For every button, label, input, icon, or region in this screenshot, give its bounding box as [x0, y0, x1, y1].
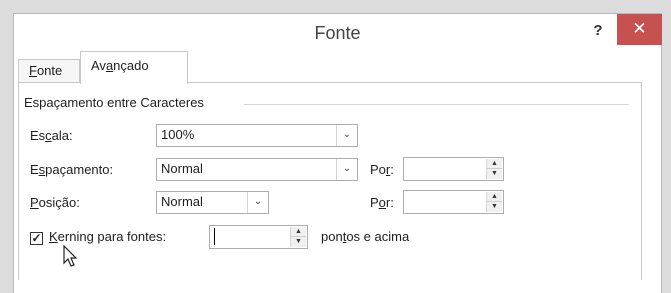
tab-fonte[interactable]: Fonte — [18, 59, 80, 83]
text-caret — [214, 228, 215, 245]
advanced-panel: Espaçamento entre Caracteres Escala: 100… — [18, 82, 642, 280]
position-value: Normal — [161, 194, 203, 209]
spinner-buttons: ▲ ▼ — [290, 227, 306, 247]
spacing-label: Espaçamento: — [30, 162, 114, 177]
dialog-title: Fonte — [314, 23, 361, 43]
kerning-label[interactable]: Kerning para fontes: — [49, 229, 166, 244]
position-select[interactable]: Normal ⌄ — [156, 191, 269, 214]
spacing-by-label: Por: — [370, 162, 394, 177]
triangle-down-icon[interactable]: ▼ — [487, 169, 502, 179]
triangle-down-icon[interactable]: ▼ — [291, 237, 306, 247]
kerning-suffix-label: pontos e acima — [321, 229, 410, 244]
chevron-down-icon[interactable]: ⌄ — [247, 192, 268, 213]
triangle-up-icon[interactable]: ▲ — [487, 159, 502, 169]
position-by-label: Por: — [370, 195, 394, 210]
scale-value: 100% — [161, 127, 195, 142]
help-button[interactable]: ? — [578, 16, 618, 46]
spacing-value: Normal — [161, 161, 203, 176]
title-bar: Fonte ? ✕ — [14, 14, 662, 52]
triangle-down-icon[interactable]: ▼ — [487, 202, 502, 212]
chevron-down-icon[interactable]: ⌄ — [336, 159, 357, 180]
checkmark-icon: ✓ — [31, 231, 42, 245]
scale-label: Escala: — [30, 128, 73, 143]
kerning-checkbox[interactable]: ✓ — [30, 232, 43, 245]
position-by-stepper[interactable]: ▲ ▼ — [403, 190, 504, 214]
spinner-buttons: ▲ ▼ — [486, 159, 502, 179]
group-divider — [244, 104, 629, 105]
spinner-buttons: ▲ ▼ — [486, 192, 502, 212]
position-label: Posição: — [30, 195, 80, 210]
scale-select[interactable]: 100% ⌄ — [156, 124, 358, 147]
character-spacing-group-title: Espaçamento entre Caracteres — [24, 95, 210, 110]
kerning-points-stepper[interactable]: ▲ ▼ — [209, 225, 308, 249]
spacing-select[interactable]: Normal ⌄ — [156, 158, 358, 181]
triangle-up-icon[interactable]: ▲ — [487, 192, 502, 202]
chevron-down-icon[interactable]: ⌄ — [336, 125, 357, 146]
triangle-up-icon[interactable]: ▲ — [291, 227, 306, 237]
mouse-pointer-icon — [63, 245, 78, 267]
close-button[interactable]: ✕ — [617, 14, 662, 45]
spacing-by-stepper[interactable]: ▲ ▼ — [403, 157, 504, 181]
tab-avancado[interactable]: Avançado — [80, 51, 188, 84]
